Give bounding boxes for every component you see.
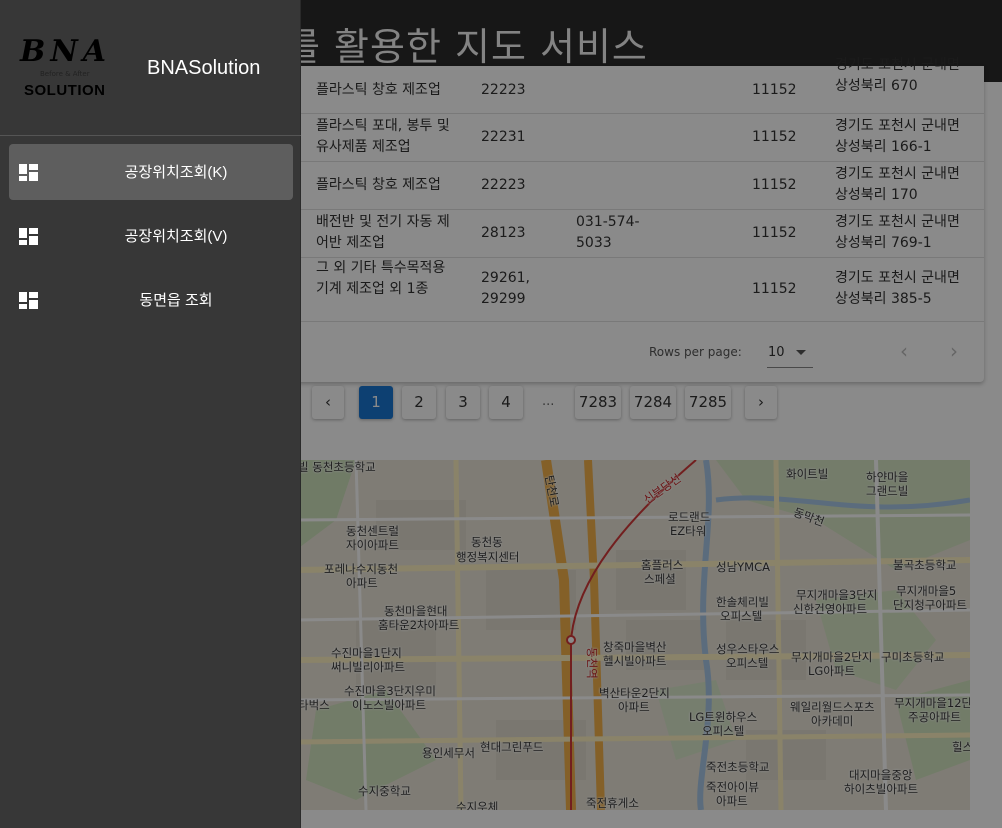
navigation-drawer: BNA Before & After SOLUTION BNASolution … [0,0,301,828]
nav-item-factory-location-k[interactable]: 공장위치조회(K) [9,144,293,200]
brand-name: BNASolution [147,57,261,79]
nav-item-district-search[interactable]: 동면읍 조회 [9,272,293,328]
nav-item-label: 동면읍 조회 [139,292,213,309]
drawer-header: BNA Before & After SOLUTION BNASolution [0,0,301,136]
nav-item-label: 공장위치조회(V) [124,228,228,245]
logo-text-bottom: SOLUTION [24,82,106,99]
dashboard-icon [19,228,38,245]
logo-text-top: BNA [20,34,112,69]
nav-item-label: 공장위치조회(K) [124,164,228,181]
logo-tagline: Before & After [40,70,90,78]
dashboard-icon [19,292,38,309]
dashboard-icon [19,164,38,181]
bna-solution-logo[interactable]: BNA Before & After SOLUTION [20,34,112,100]
nav-item-factory-location-v[interactable]: 공장위치조회(V) [9,208,293,264]
